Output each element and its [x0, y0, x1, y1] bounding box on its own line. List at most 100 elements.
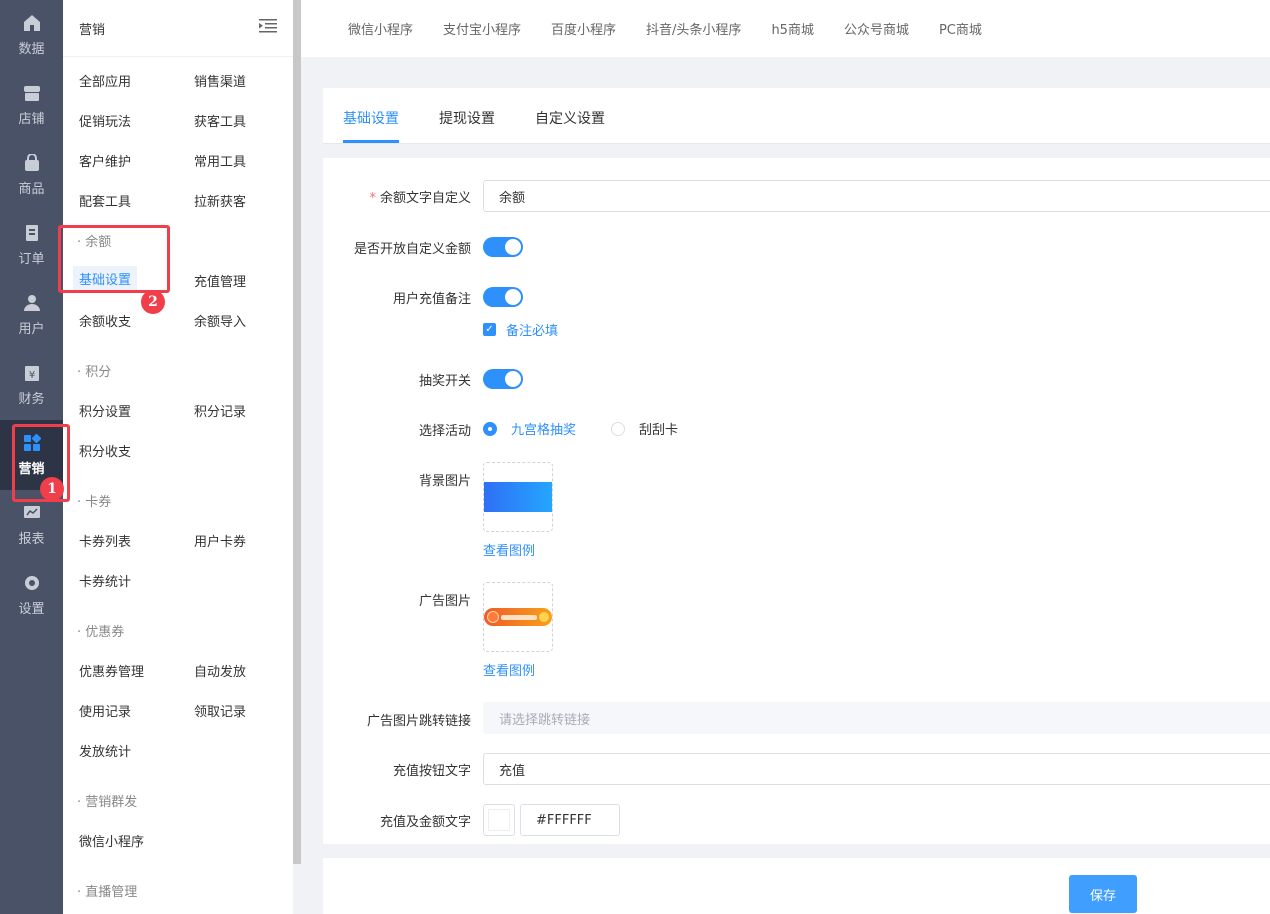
bag-icon	[23, 153, 41, 172]
rail-label: 报表	[18, 531, 45, 547]
bg-image-preview	[484, 482, 552, 512]
tab-basic-settings[interactable]: 基础设置	[343, 108, 399, 128]
rail-item-goods[interactable]: 商品	[0, 140, 63, 210]
tab-alipay-miniprogram[interactable]: 支付宝小程序	[443, 19, 521, 38]
submenu-item[interactable]: 使用记录	[79, 701, 131, 720]
lottery-switch[interactable]	[483, 369, 523, 389]
home-icon	[23, 14, 41, 32]
rail-item-settings[interactable]: 设置	[0, 560, 63, 630]
required-mark: *	[369, 191, 376, 206]
submenu-item[interactable]: 自动发放	[194, 661, 246, 680]
bg-image-label: 背景图片	[418, 474, 471, 489]
amount-color-label: 充值及金额文字	[379, 815, 471, 830]
activity-label: 选择活动	[418, 424, 471, 439]
save-button[interactable]: 保存	[1069, 875, 1137, 913]
annotation-badge-1: 1	[40, 477, 64, 501]
rail-label: 用户	[18, 321, 45, 337]
custom-amount-label: 是否开放自定义金额	[353, 242, 471, 257]
submenu-item[interactable]: 卡券列表	[79, 531, 131, 550]
rail-item-finance[interactable]: ¥ 财务	[0, 350, 63, 420]
submenu-item[interactable]: 微信小程序	[79, 831, 144, 850]
rail-label: 店铺	[18, 111, 45, 127]
recharge-btn-text-input[interactable]: 充值	[483, 753, 1270, 785]
tab-official-account-mall[interactable]: 公众号商城	[844, 19, 909, 38]
radio-label: 九宫格抽奖	[511, 423, 577, 438]
submenu-item[interactable]: 促销玩法	[79, 111, 131, 130]
submenu-item[interactable]: 领取记录	[194, 701, 246, 720]
tab-h5-mall[interactable]: h5商城	[771, 19, 814, 38]
rail-label: 数据	[18, 41, 45, 57]
submenu-item[interactable]: 配套工具	[79, 191, 131, 210]
recharge-btn-text-label: 充值按钮文字	[392, 764, 471, 779]
ad-image-upload[interactable]	[483, 582, 553, 652]
order-icon	[23, 224, 41, 242]
remark-required-checkbox[interactable]: ✓ 备注必填	[483, 320, 558, 339]
checkmark-icon: ✓	[483, 323, 496, 336]
bg-image-upload[interactable]	[483, 462, 553, 532]
submenu-item[interactable]: 积分收支	[79, 441, 131, 460]
report-icon	[23, 504, 41, 522]
rail-item-users[interactable]: 用户	[0, 280, 63, 350]
submenu-item[interactable]: 拉新获客	[194, 191, 246, 210]
group-title-points: · 积分	[77, 365, 112, 380]
settings-tabs: 基础设置 提现设置 自定义设置	[323, 88, 1270, 144]
submenu-item[interactable]: 积分设置	[79, 401, 131, 420]
gear-icon	[23, 574, 41, 592]
tab-custom-settings[interactable]: 自定义设置	[535, 108, 605, 128]
ad-view-example-link[interactable]: 查看图例	[483, 660, 535, 679]
marketing-submenu: 营销 全部应用 销售渠道 促销玩法 获客工具 客户维护 常用工具 配套工具 拉新…	[63, 0, 293, 914]
channel-tabs: 微信小程序 支付宝小程序 百度小程序 抖音/头条小程序 h5商城 公众号商城 P…	[301, 0, 1270, 57]
submenu-item[interactable]: 全部应用	[79, 71, 131, 90]
ad-image-preview	[484, 608, 552, 626]
color-swatch[interactable]	[483, 804, 515, 836]
custom-amount-switch[interactable]	[483, 237, 523, 257]
remark-required-label: 备注必填	[506, 324, 559, 339]
recharge-remark-switch[interactable]	[483, 287, 523, 307]
tab-withdraw-settings[interactable]: 提现设置	[439, 108, 495, 128]
color-hex-input[interactable]: #FFFFFF	[520, 804, 620, 836]
submenu-header: 营销	[63, 0, 293, 57]
active-tab-indicator	[343, 140, 399, 143]
rail-item-data[interactable]: 数据	[0, 0, 63, 70]
tab-douyin-miniprogram[interactable]: 抖音/头条小程序	[646, 19, 741, 38]
submenu-item[interactable]: 积分记录	[194, 401, 246, 420]
rail-item-store[interactable]: 店铺	[0, 70, 63, 140]
ad-image-label: 广告图片	[418, 594, 471, 609]
ad-banner-text-shape	[501, 614, 537, 620]
form-footer: 保存	[323, 858, 1270, 914]
finance-icon: ¥	[23, 364, 41, 382]
bg-view-example-link[interactable]: 查看图例	[483, 540, 535, 559]
tab-baidu-miniprogram[interactable]: 百度小程序	[551, 19, 616, 38]
submenu-item[interactable]: 发放统计	[79, 741, 131, 760]
radio-dot	[611, 421, 625, 436]
submenu-item[interactable]: 常用工具	[194, 151, 246, 170]
submenu-item[interactable]: 用户卡券	[194, 531, 246, 550]
gift-icon	[539, 612, 549, 622]
settings-form: * 余额文字自定义 余额 是否开放自定义金额 用户充值备注 ✓ 备注必填 抽奖开关…	[323, 158, 1270, 844]
radio-grid-lottery[interactable]: 九宫格抽奖	[483, 419, 576, 438]
ad-link-label: 广告图片跳转链接	[366, 714, 471, 729]
balance-text-input[interactable]: 余额	[483, 180, 1270, 212]
rail-item-orders[interactable]: 订单	[0, 210, 63, 280]
submenu-item[interactable]: 优惠券管理	[79, 661, 144, 680]
ad-link-input[interactable]: 请选择跳转链接	[483, 702, 1270, 734]
submenu-item[interactable]: 获客工具	[194, 111, 246, 130]
submenu-scrollbar[interactable]	[293, 0, 301, 864]
tab-wechat-miniprogram[interactable]: 微信小程序	[348, 19, 413, 38]
tab-pc-mall[interactable]: PC商城	[939, 19, 982, 38]
submenu-item[interactable]: 余额导入	[194, 311, 246, 330]
radio-scratch-card[interactable]: 刮刮卡	[611, 419, 678, 438]
color-preview	[488, 809, 510, 831]
submenu-item[interactable]: 充值管理	[194, 271, 246, 290]
submenu-item[interactable]: 客户维护	[79, 151, 131, 170]
annotation-badge-2: 2	[141, 290, 165, 314]
submenu-item[interactable]: 销售渠道	[194, 71, 246, 90]
rail-label: 财务	[18, 391, 45, 407]
recharge-remark-label: 用户充值备注	[392, 292, 471, 307]
group-title-mass: · 营销群发	[77, 795, 138, 810]
coin-icon	[487, 611, 499, 623]
submenu-item[interactable]: 卡券统计	[79, 571, 131, 590]
collapse-menu-icon[interactable]	[259, 19, 277, 37]
submenu-item[interactable]: 余额收支	[79, 311, 131, 330]
user-icon	[23, 294, 41, 312]
